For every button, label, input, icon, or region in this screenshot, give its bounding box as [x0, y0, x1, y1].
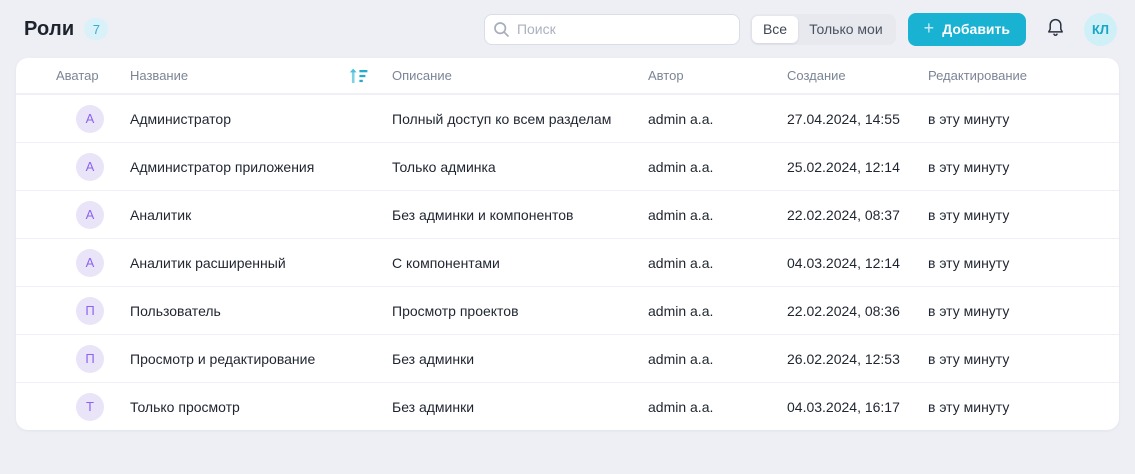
role-description: Только админка — [392, 158, 496, 175]
avatar: А — [76, 200, 104, 229]
page-title: Роли — [24, 17, 75, 40]
table-row[interactable]: П Пользователь Просмотр проектов admin a… — [16, 286, 1119, 334]
role-name: Просмотр и редактирование — [130, 350, 316, 367]
role-edited: в эту минуту — [928, 398, 1010, 415]
role-created: 26.02.2024, 12:53 — [787, 350, 900, 367]
user-avatar[interactable]: КЛ — [1084, 12, 1117, 46]
role-edited: в эту минуту — [928, 254, 1010, 271]
role-author: admin a.a. — [648, 302, 714, 319]
role-name: Пользователь — [130, 302, 221, 319]
sort-ascending-icon[interactable] — [348, 67, 368, 85]
add-button-label: Добавить — [942, 21, 1010, 37]
topbar-actions: Все Только мои + Добавить КЛ — [483, 12, 1117, 46]
search-box — [483, 13, 740, 45]
notifications-button[interactable] — [1040, 14, 1070, 44]
role-description: С компонентами — [392, 254, 500, 271]
role-created: 27.04.2024, 14:55 — [787, 110, 900, 127]
column-header-author: Автор — [648, 68, 684, 83]
role-description: Просмотр проектов — [392, 302, 519, 319]
bell-icon — [1045, 17, 1066, 41]
role-author: admin a.a. — [648, 398, 714, 415]
role-author: admin a.a. — [648, 254, 714, 271]
filter-toggle: Все Только мои — [749, 13, 896, 45]
top-bar: Роли 7 Все Только мои + Добавить — [0, 0, 1135, 58]
avatar: П — [76, 344, 104, 373]
role-description: Без админки и компонентов — [392, 206, 574, 223]
avatar: Т — [76, 392, 104, 421]
table-row[interactable]: А Администратор Полный доступ ко всем ра… — [16, 94, 1119, 142]
role-author: admin a.a. — [648, 158, 714, 175]
add-button[interactable]: + Добавить — [907, 12, 1026, 46]
avatar: А — [76, 104, 104, 133]
role-author: admin a.a. — [648, 110, 714, 127]
role-edited: в эту минуту — [928, 350, 1010, 367]
column-header-description: Описание — [392, 68, 452, 83]
table-row[interactable]: А Аналитик расширенный С компонентами ad… — [16, 238, 1119, 286]
avatar: П — [76, 296, 104, 325]
role-edited: в эту минуту — [928, 158, 1010, 175]
filter-all-button[interactable]: Все — [751, 15, 799, 43]
role-name: Администратор приложения — [130, 158, 315, 175]
role-created: 22.02.2024, 08:36 — [787, 302, 900, 319]
column-header-avatar: Аватар — [56, 68, 99, 83]
role-created: 04.03.2024, 12:14 — [787, 254, 900, 271]
role-edited: в эту минуту — [928, 110, 1010, 127]
table-header-row: Аватар Название Описание Автор Создание … — [16, 58, 1119, 94]
table-row[interactable]: А Аналитик Без админки и компонентов adm… — [16, 190, 1119, 238]
roles-table: Аватар Название Описание Автор Создание … — [16, 58, 1119, 430]
role-created: 04.03.2024, 16:17 — [787, 398, 900, 415]
table-row[interactable]: Т Только просмотр Без админки admin a.a.… — [16, 382, 1119, 430]
table-row[interactable]: А Администратор приложения Только админк… — [16, 142, 1119, 190]
role-name: Администратор — [130, 110, 232, 127]
avatar: А — [76, 248, 104, 277]
title-group: Роли 7 — [24, 17, 109, 41]
role-name: Аналитик — [130, 206, 192, 223]
role-edited: в эту минуту — [928, 302, 1010, 319]
role-name: Только просмотр — [130, 398, 240, 415]
count-badge: 7 — [84, 18, 109, 40]
filter-only-mine-button[interactable]: Только мои — [798, 16, 894, 43]
table-row[interactable]: П Просмотр и редактирование Без админки … — [16, 334, 1119, 382]
column-header-name[interactable]: Название — [130, 67, 392, 85]
plus-icon: + — [923, 18, 935, 38]
column-header-created: Создание — [787, 68, 846, 83]
role-created: 22.02.2024, 08:37 — [787, 206, 900, 223]
role-description: Без админки — [392, 398, 475, 415]
avatar: А — [76, 152, 104, 181]
role-author: admin a.a. — [648, 206, 714, 223]
role-description: Без админки — [392, 350, 475, 367]
role-created: 25.02.2024, 12:14 — [787, 158, 900, 175]
search-input[interactable] — [483, 13, 740, 45]
column-header-edited: Редактирование — [928, 68, 1028, 83]
role-author: admin a.a. — [648, 350, 714, 367]
role-edited: в эту минуту — [928, 206, 1010, 223]
role-name: Аналитик расширенный — [130, 254, 286, 271]
role-description: Полный доступ ко всем разделам — [392, 110, 612, 127]
